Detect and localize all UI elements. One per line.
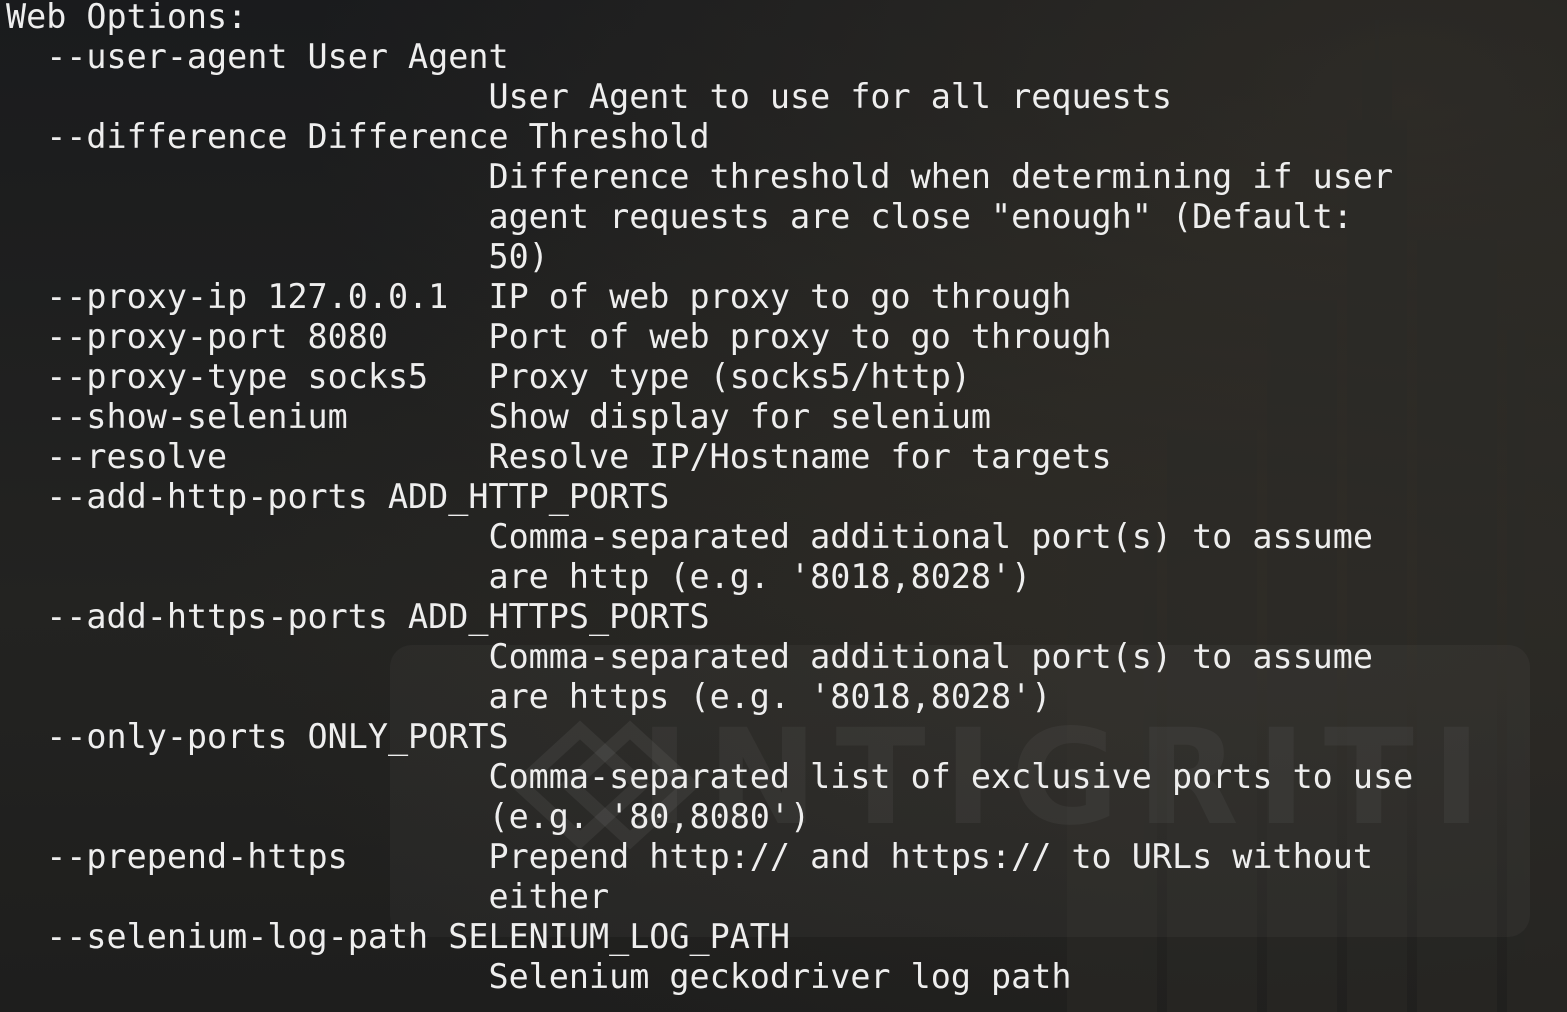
terminal-line: agent requests are close "enough" (Defau…: [6, 197, 1353, 236]
terminal-line: --add-http-ports ADD_HTTP_PORTS: [6, 477, 670, 516]
terminal-line: Comma-separated additional port(s) to as…: [6, 637, 1373, 676]
terminal-line: Difference threshold when determining if…: [6, 157, 1394, 196]
terminal-line: Selenium geckodriver log path: [6, 957, 1072, 996]
terminal-line: --proxy-ip 127.0.0.1 IP of web proxy to …: [6, 277, 1072, 316]
terminal-line: Web Options:: [6, 0, 248, 36]
terminal-line: --proxy-port 8080 Port of web proxy to g…: [6, 317, 1112, 356]
terminal-line: --user-agent User Agent: [6, 37, 509, 76]
terminal-line: --difference Difference Threshold: [6, 117, 710, 156]
terminal-line: either: [6, 877, 610, 916]
terminal-line: are http (e.g. '8018,8028'): [6, 557, 1032, 596]
terminal-line: --show-selenium Show display for seleniu…: [6, 397, 992, 436]
terminal-line: Comma-separated additional port(s) to as…: [6, 517, 1373, 556]
terminal-line: --add-https-ports ADD_HTTPS_PORTS: [6, 597, 710, 636]
terminal-line: Comma-separated list of exclusive ports …: [6, 757, 1414, 796]
terminal-line: --selenium-log-path SELENIUM_LOG_PATH: [6, 917, 791, 956]
terminal-line: --only-ports ONLY_PORTS: [6, 717, 509, 756]
terminal-line: (e.g. '80,8080'): [6, 797, 811, 836]
terminal-line: --prepend-https Prepend http:// and http…: [6, 837, 1373, 876]
terminal-line: User Agent to use for all requests: [6, 77, 1172, 116]
terminal-line: --proxy-type socks5 Proxy type (socks5/h…: [6, 357, 971, 396]
terminal-line: 50): [6, 237, 549, 276]
terminal-line: are https (e.g. '8018,8028'): [6, 677, 1052, 716]
terminal-output: Web Options: --user-agent User Agent Use…: [6, 0, 1413, 997]
terminal-line: --resolve Resolve IP/Hostname for target…: [6, 437, 1112, 476]
